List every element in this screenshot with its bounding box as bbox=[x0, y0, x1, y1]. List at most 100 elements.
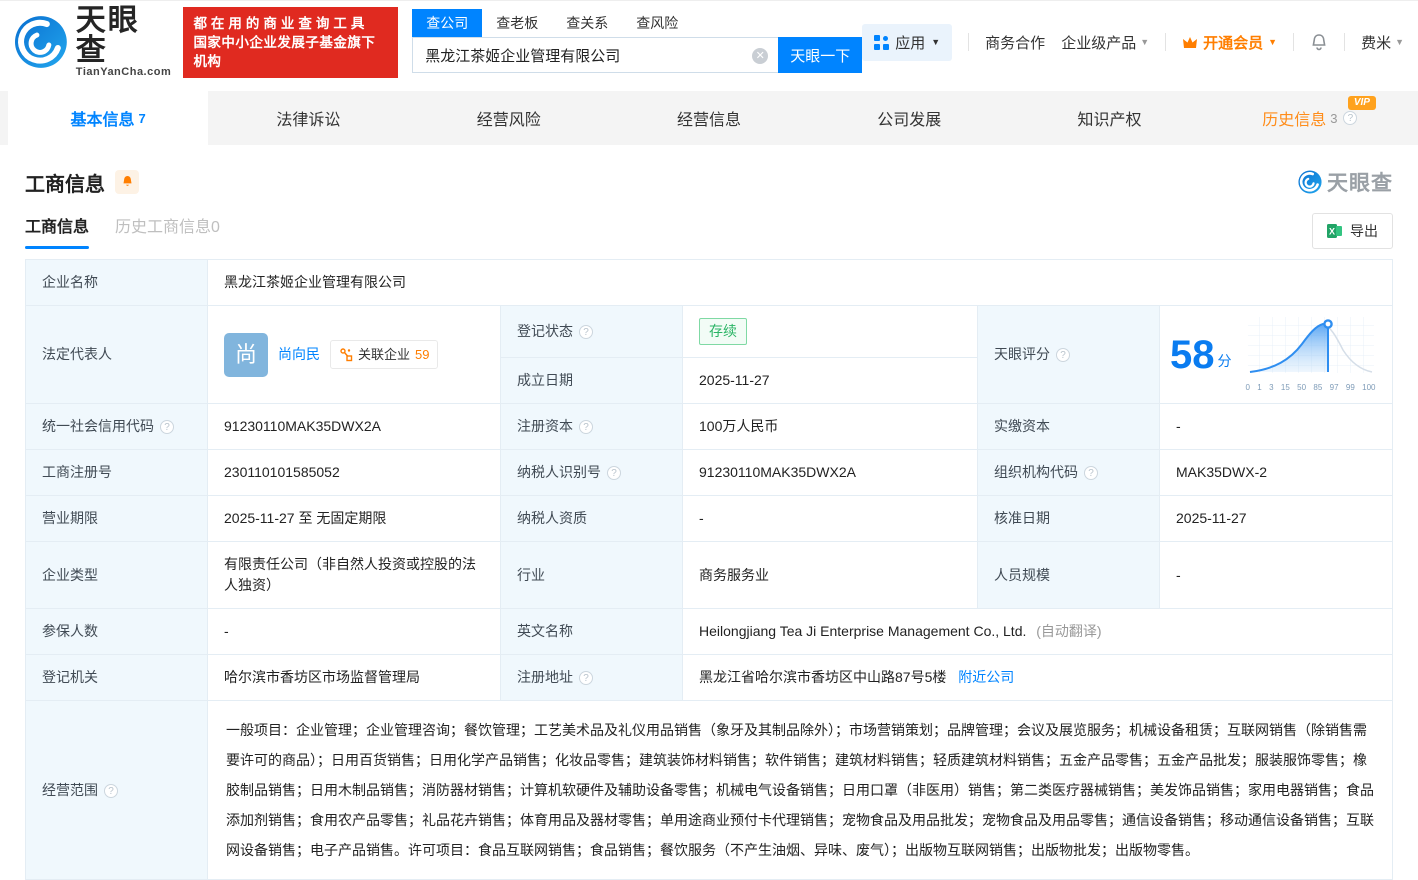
search-button[interactable]: 天眼一下 bbox=[778, 37, 862, 73]
tianyancha-logo[interactable]: 天眼查 TianYanCha.com bbox=[14, 6, 171, 78]
field-label: 人员规模 bbox=[994, 567, 1050, 583]
related-companies-badge[interactable]: 关联企业 59 bbox=[330, 340, 438, 370]
slogan-banner: 都在用的商业查询工具 国家中小企业发展子基金旗下机构 bbox=[183, 7, 398, 78]
company-type-value: 有限责任公司（非自然人投资或控股的法人独资） bbox=[224, 556, 476, 593]
field-label: 统一社会信用代码 bbox=[42, 418, 154, 434]
search-tabs: 查公司 查老板 查关系 查风险 bbox=[412, 11, 862, 37]
tab-intellectual-property[interactable]: 知识产权 bbox=[1009, 91, 1209, 145]
vip-badge: VIP bbox=[1348, 96, 1376, 110]
help-icon[interactable]: ? bbox=[1084, 466, 1098, 480]
tab-label: 历史信息 bbox=[1262, 106, 1326, 130]
enterprise-label: 企业级产品 bbox=[1061, 32, 1136, 53]
help-icon[interactable]: ? bbox=[1056, 348, 1070, 362]
chevron-down-icon: ▼ bbox=[931, 37, 940, 47]
business-term-value: 2025-11-27 至 无固定期限 bbox=[224, 510, 386, 526]
field-label: 登记状态 bbox=[517, 323, 573, 339]
help-icon[interactable]: ? bbox=[160, 420, 174, 434]
watermark-brand: 天眼查 bbox=[1327, 167, 1393, 197]
company-nav-tabs: 基本信息 7 法律诉讼 经营风险 经营信息 公司发展 知识产权 VIP 历史信息… bbox=[0, 91, 1418, 145]
tab-operation-risk[interactable]: 经营风险 bbox=[409, 91, 609, 145]
field-label: 法定代表人 bbox=[42, 346, 112, 362]
nav-enterprise-products[interactable]: 企业级产品 ▼ bbox=[1061, 32, 1149, 53]
subscribe-bell-icon[interactable] bbox=[115, 170, 139, 194]
apps-menu[interactable]: 应用 ▼ bbox=[862, 24, 952, 61]
tianyancha-logo-icon bbox=[14, 15, 68, 69]
taxpayer-id-value: 91230110MAK35DWX2A bbox=[699, 464, 856, 480]
field-label: 注册资本 bbox=[517, 418, 573, 434]
tab-label: 经营信息 bbox=[677, 106, 741, 130]
brand-domain: TianYanCha.com bbox=[76, 66, 172, 78]
nav-divider bbox=[968, 33, 969, 51]
nav-cooperation[interactable]: 商务合作 bbox=[985, 32, 1045, 53]
nearby-companies-link[interactable]: 附近公司 bbox=[958, 669, 1014, 685]
subtab-history-business-info[interactable]: 历史工商信息0 bbox=[115, 213, 220, 249]
field-label: 核准日期 bbox=[994, 510, 1050, 526]
search-tab-relation[interactable]: 查关系 bbox=[552, 9, 622, 37]
staff-size-value: - bbox=[1176, 567, 1181, 583]
reg-capital-value: 100万人民币 bbox=[699, 418, 778, 434]
status-badge: 存续 bbox=[699, 318, 747, 345]
export-button[interactable]: X 导出 bbox=[1312, 213, 1393, 249]
field-label: 英文名称 bbox=[517, 623, 573, 639]
reg-number-value: 230110101585052 bbox=[224, 464, 340, 480]
approval-date-value: 2025-11-27 bbox=[1176, 510, 1247, 526]
search-tab-company[interactable]: 查公司 bbox=[412, 9, 482, 37]
english-name-value: Heilongjiang Tea Ji Enterprise Managemen… bbox=[699, 623, 1026, 639]
auto-translate-note: (自动翻译) bbox=[1036, 623, 1101, 639]
tab-label: 公司发展 bbox=[877, 106, 941, 130]
open-vip-button[interactable]: 开通会员 ▼ bbox=[1182, 32, 1277, 53]
search-tab-risk[interactable]: 查风险 bbox=[622, 9, 692, 37]
vip-label: 开通会员 bbox=[1203, 32, 1263, 53]
field-label: 实缴资本 bbox=[994, 418, 1050, 434]
svg-text:X: X bbox=[1329, 227, 1335, 237]
apps-label: 应用 bbox=[895, 32, 925, 53]
field-label: 登记机关 bbox=[42, 669, 98, 685]
help-icon[interactable]: ? bbox=[579, 671, 593, 685]
tab-operation-info[interactable]: 经营信息 bbox=[609, 91, 809, 145]
search-area: 查公司 查老板 查关系 查风险 ✕ 天眼一下 bbox=[412, 11, 862, 73]
reg-address-value: 黑龙江省哈尔滨市香坊区中山路87号5楼 bbox=[699, 669, 946, 685]
legal-rep-link[interactable]: 尚向民 bbox=[278, 344, 320, 365]
legal-rep-avatar[interactable]: 尚 bbox=[224, 333, 268, 377]
tab-label: 基本信息 bbox=[71, 106, 135, 130]
help-icon[interactable]: ? bbox=[607, 466, 621, 480]
help-icon[interactable]: ? bbox=[579, 325, 593, 339]
tab-legal-proceedings[interactable]: 法律诉讼 bbox=[208, 91, 408, 145]
help-icon[interactable]: ? bbox=[104, 784, 118, 798]
search-input[interactable] bbox=[413, 38, 778, 72]
tab-label: 知识产权 bbox=[1078, 106, 1142, 130]
username-label: 费米 bbox=[1361, 32, 1391, 53]
tab-history-info[interactable]: VIP 历史信息 3 ? bbox=[1210, 91, 1410, 145]
row-credit-code: 统一社会信用代码? 91230110MAK35DWX2A 注册资本? 100万人… bbox=[26, 404, 1393, 450]
company-name-value: 黑龙江茶姬企业管理有限公司 bbox=[224, 274, 406, 290]
chevron-down-icon: ▼ bbox=[1140, 37, 1149, 47]
help-icon[interactable]: ? bbox=[1343, 111, 1357, 125]
tianyan-score[interactable]: 58 分 bbox=[1170, 315, 1382, 394]
user-menu[interactable]: 费米 ▼ bbox=[1361, 32, 1404, 53]
tab-count: 3 bbox=[1330, 111, 1337, 126]
related-count: 59 bbox=[415, 345, 429, 365]
field-label: 工商注册号 bbox=[42, 464, 112, 480]
main-content: 工商信息 天眼查 工商信息 历史工商信息0 bbox=[0, 167, 1418, 880]
tab-company-development[interactable]: 公司发展 bbox=[809, 91, 1009, 145]
notifications-bell-icon[interactable] bbox=[1310, 33, 1328, 52]
field-label: 行业 bbox=[517, 567, 545, 583]
row-company-name: 企业名称 黑龙江茶姬企业管理有限公司 bbox=[26, 260, 1393, 306]
nav-divider bbox=[1165, 33, 1166, 51]
search-tab-boss[interactable]: 查老板 bbox=[482, 9, 552, 37]
cooperation-label: 商务合作 bbox=[985, 32, 1045, 53]
nav-divider bbox=[1344, 33, 1345, 51]
slogan-line2: 国家中小企业发展子基金旗下机构 bbox=[193, 33, 388, 71]
field-label: 参保人数 bbox=[42, 623, 98, 639]
field-label: 企业名称 bbox=[42, 274, 98, 290]
business-info-table: 企业名称 黑龙江茶姬企业管理有限公司 法定代表人 尚 尚向民 bbox=[25, 259, 1393, 880]
field-label: 注册地址 bbox=[517, 669, 573, 685]
insured-count-value: - bbox=[224, 623, 229, 639]
row-business-term: 营业期限 2025-11-27 至 无固定期限 纳税人资质 - 核准日期 202… bbox=[26, 496, 1393, 542]
field-label: 营业期限 bbox=[42, 510, 98, 526]
tab-basic-info[interactable]: 基本信息 7 bbox=[8, 91, 208, 145]
subtab-business-info[interactable]: 工商信息 bbox=[25, 213, 89, 249]
row-reg-authority: 登记机关 哈尔滨市香坊区市场监督管理局 注册地址? 黑龙江省哈尔滨市香坊区中山路… bbox=[26, 655, 1393, 701]
help-icon[interactable]: ? bbox=[579, 420, 593, 434]
credit-code-value: 91230110MAK35DWX2A bbox=[224, 418, 381, 434]
